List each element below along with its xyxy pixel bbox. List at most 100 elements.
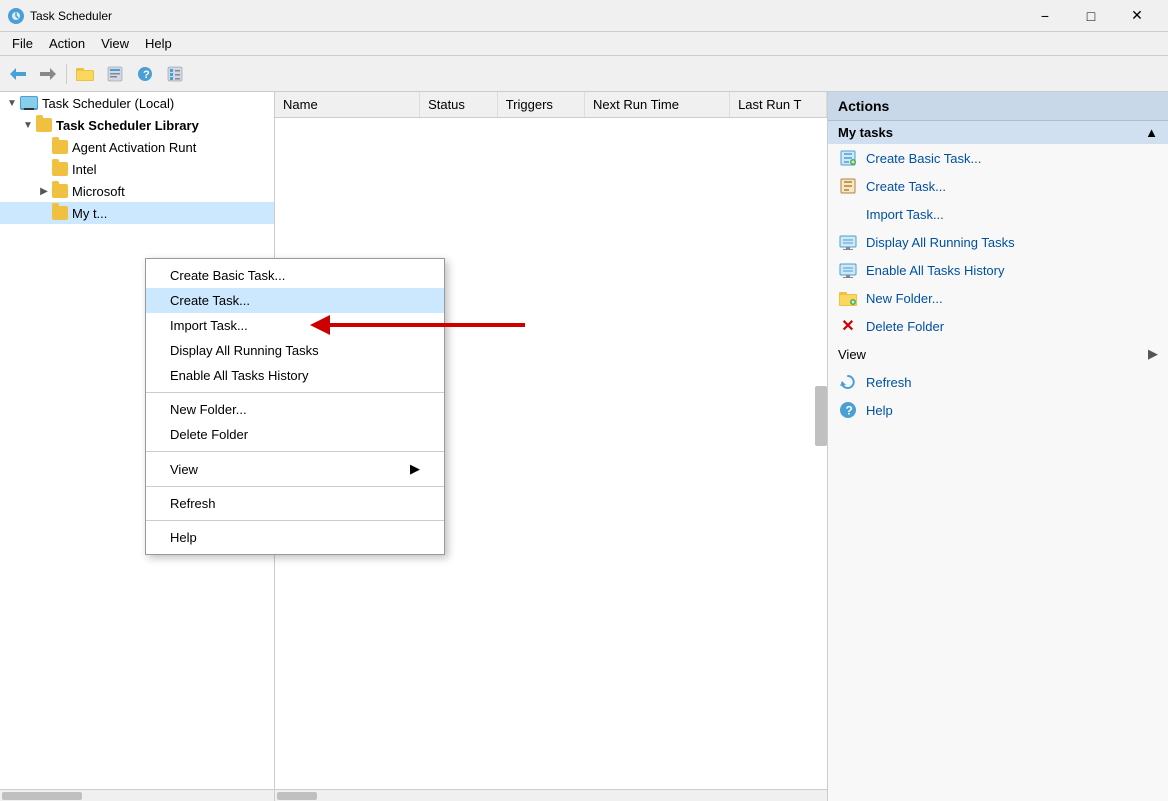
ctx-create-task[interactable]: Create Task... <box>146 288 444 313</box>
close-button[interactable]: ✕ <box>1114 0 1160 32</box>
ctx-sep-4 <box>146 520 444 521</box>
tree-item-mytasks[interactable]: ▶ My t... <box>0 202 274 224</box>
ctx-view-arrow: ▶ <box>410 461 420 477</box>
refresh-label: Refresh <box>866 375 912 390</box>
window-controls: − □ ✕ <box>1022 0 1160 32</box>
import-task-icon <box>838 204 858 224</box>
back-button[interactable] <box>4 60 32 88</box>
view-button[interactable] <box>161 60 189 88</box>
actions-panel: Actions My tasks ▲ Create Basic Task... <box>828 92 1168 801</box>
folder-icon-microsoft <box>52 184 68 198</box>
new-folder-label: New Folder... <box>866 291 943 306</box>
ctx-view[interactable]: View ▶ <box>146 456 444 482</box>
action-refresh[interactable]: Refresh <box>828 368 1168 396</box>
col-last-run[interactable]: Last Run T <box>730 92 827 117</box>
folder-button[interactable] <box>71 60 99 88</box>
window-title: Task Scheduler <box>30 9 1022 23</box>
actions-header: Actions <box>828 92 1168 121</box>
forward-button[interactable] <box>34 60 62 88</box>
app-icon <box>8 8 24 24</box>
ctx-import-task[interactable]: Import Task... <box>146 313 444 338</box>
tree-microsoft-label: Microsoft <box>72 184 125 199</box>
tree-local-label: Task Scheduler (Local) <box>42 96 174 111</box>
create-basic-task-icon <box>838 148 858 168</box>
tree-item-intel[interactable]: ▶ Intel <box>0 158 274 180</box>
action-new-folder[interactable]: New Folder... <box>828 284 1168 312</box>
ctx-refresh[interactable]: Refresh <box>146 491 444 516</box>
toolbar: ? <box>0 56 1168 92</box>
menu-file[interactable]: File <box>4 34 41 53</box>
ctx-create-basic-task[interactable]: Create Basic Task... <box>146 263 444 288</box>
col-status[interactable]: Status <box>420 92 498 117</box>
tree-item-local[interactable]: ▼ Task Scheduler (Local) <box>0 92 274 114</box>
content-header: Name Status Triggers Next Run Time Last … <box>275 92 827 118</box>
menu-view[interactable]: View <box>93 34 137 53</box>
maximize-button[interactable]: □ <box>1068 0 1114 32</box>
folder-icon-agent <box>52 140 68 154</box>
action-enable-history[interactable]: Enable All Tasks History <box>828 256 1168 284</box>
refresh-icon <box>838 372 858 392</box>
create-task-label: Create Task... <box>866 179 946 194</box>
ctx-sep-1 <box>146 392 444 393</box>
expander-microsoft: ▶ <box>36 183 52 199</box>
action-create-task[interactable]: Create Task... <box>828 172 1168 200</box>
expander-local: ▼ <box>4 95 20 111</box>
help-label: Help <box>866 403 893 418</box>
action-import-task[interactable]: Import Task... <box>828 200 1168 228</box>
expander-library: ▼ <box>20 117 36 133</box>
ctx-display-running[interactable]: Display All Running Tasks <box>146 338 444 363</box>
view-label: View <box>838 347 866 362</box>
tree-item-microsoft[interactable]: ▶ Microsoft <box>0 180 274 202</box>
hscroll-content-thumb[interactable] <box>277 792 317 800</box>
title-bar: Task Scheduler − □ ✕ <box>0 0 1168 32</box>
menu-action[interactable]: Action <box>41 34 93 53</box>
view-arrow: ▶ <box>1148 346 1158 362</box>
tree-item-library[interactable]: ▼ Task Scheduler Library <box>0 114 274 136</box>
tree-hscrollbar[interactable] <box>0 789 274 801</box>
ctx-enable-history[interactable]: Enable All Tasks History <box>146 363 444 388</box>
folder-icon-library <box>36 118 52 132</box>
toolbar-separator-1 <box>66 64 67 84</box>
display-running-icon <box>838 232 858 252</box>
col-triggers[interactable]: Triggers <box>498 92 585 117</box>
create-basic-task-label: Create Basic Task... <box>866 151 981 166</box>
delete-folder-icon: ✕ <box>838 316 858 336</box>
menu-help[interactable]: Help <box>137 34 180 53</box>
new-folder-icon <box>838 288 858 308</box>
tree-mytasks-label: My t... <box>72 206 107 221</box>
ctx-new-folder[interactable]: New Folder... <box>146 397 444 422</box>
svg-text:?: ? <box>846 404 853 418</box>
help-toolbar-button[interactable]: ? <box>131 60 159 88</box>
col-next-run[interactable]: Next Run Time <box>585 92 730 117</box>
ctx-sep-2 <box>146 451 444 452</box>
delete-folder-label: Delete Folder <box>866 319 944 334</box>
action-view[interactable]: View ▶ <box>828 340 1168 368</box>
col-name[interactable]: Name <box>275 92 420 117</box>
svg-text:?: ? <box>143 69 150 81</box>
enable-history-label: Enable All Tasks History <box>866 263 1005 278</box>
tree-intel-label: Intel <box>72 162 97 177</box>
actions-section-mytasks[interactable]: My tasks ▲ <box>828 121 1168 144</box>
enable-history-icon <box>838 260 858 280</box>
content-hscrollbar[interactable] <box>275 789 827 801</box>
computer-icon <box>20 96 38 110</box>
action-delete-folder[interactable]: ✕ Delete Folder <box>828 312 1168 340</box>
action-display-running[interactable]: Display All Running Tasks <box>828 228 1168 256</box>
tree-agent-label: Agent Activation Runt <box>72 140 196 155</box>
hscroll-thumb[interactable] <box>2 792 82 800</box>
help-icon: ? <box>838 400 858 420</box>
tree-item-agent[interactable]: ▶ Agent Activation Runt <box>0 136 274 158</box>
ctx-help[interactable]: Help <box>146 525 444 550</box>
action-create-basic-task[interactable]: Create Basic Task... <box>828 144 1168 172</box>
vscroll-thumb[interactable] <box>815 386 827 446</box>
import-task-label: Import Task... <box>866 207 944 222</box>
display-running-label: Display All Running Tasks <box>866 235 1015 250</box>
action-help[interactable]: ? Help <box>828 396 1168 424</box>
menu-bar: File Action View Help <box>0 32 1168 56</box>
ctx-delete-folder[interactable]: Delete Folder <box>146 422 444 447</box>
properties-button[interactable] <box>101 60 129 88</box>
minimize-button[interactable]: − <box>1022 0 1068 32</box>
context-menu: Create Basic Task... Create Task... Impo… <box>145 258 445 555</box>
tree-library-label: Task Scheduler Library <box>56 118 199 133</box>
create-task-icon <box>838 176 858 196</box>
